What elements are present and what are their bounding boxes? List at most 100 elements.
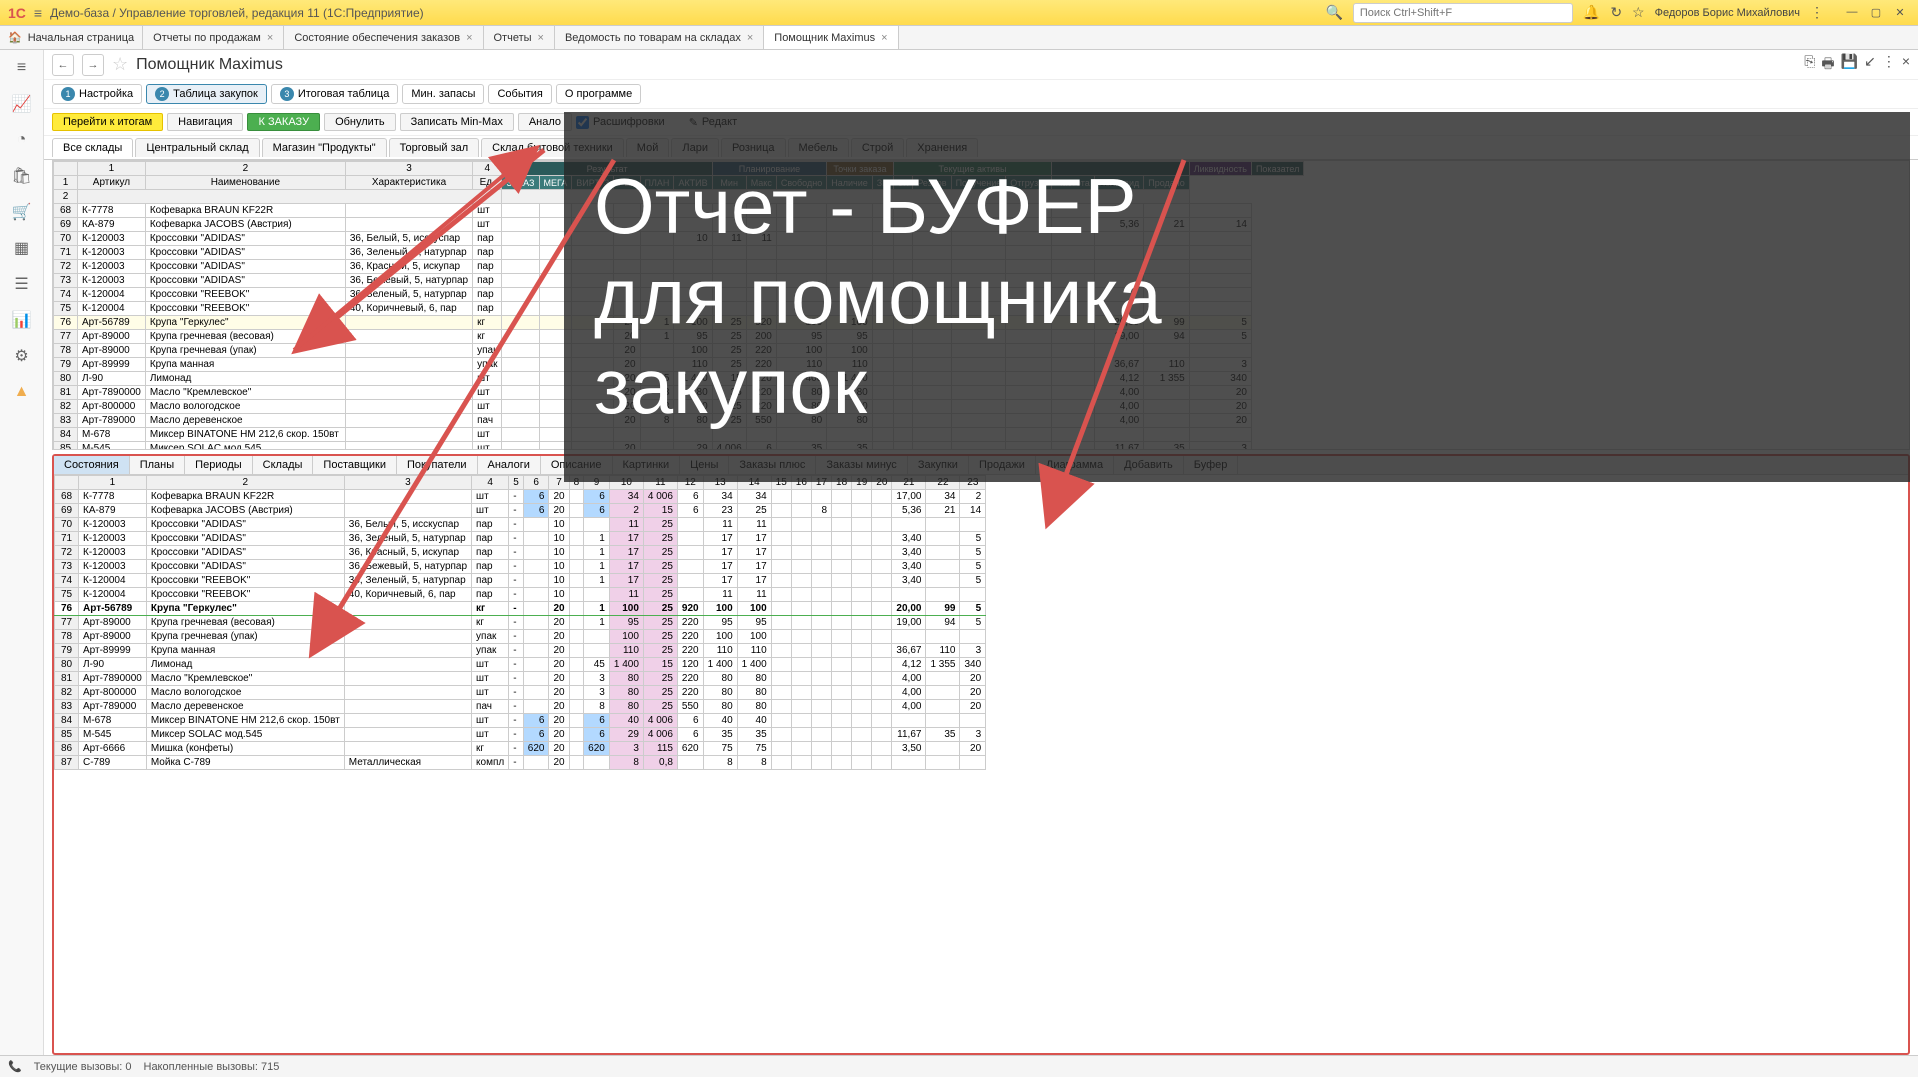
sb-bars-icon[interactable]: 📊	[12, 310, 32, 330]
history-icon[interactable]: ↻	[1610, 4, 1622, 21]
star-icon[interactable]: ☆	[1632, 4, 1645, 21]
warehouse-tab[interactable]: Центральный склад	[135, 138, 259, 157]
warehouse-tab[interactable]: Торговый зал	[389, 138, 480, 157]
warehouse-tab[interactable]: Склад бытовой техники	[481, 138, 624, 157]
table-row[interactable]: 70К-120003Кроссовки "ADIDAS"36, Белый, 5…	[54, 232, 1304, 246]
table-row[interactable]: 81Арт-7890000Масло "Кремлевское"шт-20380…	[55, 672, 986, 686]
table-row[interactable]: 68К-7778Кофеварка BRAUN KF22Rшт	[54, 204, 1304, 218]
table-row[interactable]: 71К-120003Кроссовки "ADIDAS"36, Зеленый,…	[55, 532, 986, 546]
table-row[interactable]: 86Арт-6666Мишка (конфеты)кг-620206203115…	[55, 742, 986, 756]
hamburger-icon[interactable]: ≡	[34, 5, 42, 21]
table-row[interactable]: 70К-120003Кроссовки "ADIDAS"36, Белый, 5…	[55, 518, 986, 532]
write-minmax-button[interactable]: Записать Min-Max	[400, 113, 514, 131]
print-icon[interactable]: 🖶	[1821, 53, 1834, 77]
table-row[interactable]: 72К-120003Кроссовки "ADIDAS"36, Красный,…	[54, 260, 1304, 274]
detail-tab[interactable]: Диаграмма	[1036, 456, 1114, 474]
sb-gear-icon[interactable]: ⚙	[12, 346, 32, 366]
top-grid[interactable]: 1234РезультатПланированиеТочки заказаТек…	[52, 160, 1910, 450]
warehouse-tab[interactable]: Мебель	[788, 138, 849, 157]
step-min-stock[interactable]: Мин. запасы	[402, 84, 484, 104]
table-row[interactable]: 74К-120004Кроссовки "REEBOK"36, Зеленый,…	[55, 574, 986, 588]
detail-tab[interactable]: Закупки	[908, 456, 969, 474]
table-row[interactable]: 81Арт-7890000Масло "Кремлевское"шт203802…	[54, 386, 1304, 400]
table-row[interactable]: 76Арт-56789Крупа "Геркулес"кг-2011002592…	[55, 602, 986, 616]
close-icon[interactable]: ×	[881, 32, 887, 44]
table-row[interactable]: 69КА-879Кофеварка JACOBS (Австрия)шт-620…	[55, 504, 986, 518]
sb-chart-icon[interactable]: 📈	[12, 94, 32, 114]
detail-tab[interactable]: Заказы минус	[816, 456, 907, 474]
table-row[interactable]: 77Арт-89000Крупа гречневая (весовая)кг-2…	[55, 616, 986, 630]
close-icon[interactable]: ×	[747, 32, 753, 44]
detail-tab[interactable]: Буфер	[1184, 456, 1239, 474]
warehouse-tab[interactable]: Мой	[626, 138, 670, 157]
detail-tab[interactable]: Покупатели	[397, 456, 478, 474]
table-row[interactable]: 82Арт-800000Масло вологодскоешт-20380252…	[55, 686, 986, 700]
table-row[interactable]: 68К-7778Кофеварка BRAUN KF22Rшт-6206344 …	[55, 490, 986, 504]
table-row[interactable]: 80Л-90Лимонадшт-20451 400151201 4001 400…	[55, 658, 986, 672]
decode-checkbox[interactable]	[576, 116, 589, 129]
more-icon[interactable]: ⋮	[1882, 53, 1896, 77]
table-row[interactable]: 82Арт-800000Масло вологодскоешт203802522…	[54, 400, 1304, 414]
sb-bag-icon[interactable]: 🛍	[12, 166, 32, 186]
table-row[interactable]: 85М-545Миксер SOLAC мод.545шт-6206294 00…	[55, 728, 986, 742]
detail-tab[interactable]: Добавить	[1114, 456, 1184, 474]
tab-order-state[interactable]: Состояние обеспечения заказов×	[284, 26, 483, 49]
detail-tab[interactable]: Описание	[541, 456, 613, 474]
detail-tab[interactable]: Заказы плюс	[729, 456, 816, 474]
user-name[interactable]: Федоров Борис Михайлович	[1655, 7, 1800, 19]
bell-icon[interactable]: 🔔	[1583, 4, 1600, 21]
warehouse-tab[interactable]: Строй	[851, 138, 904, 157]
detail-tab[interactable]: Склады	[253, 456, 314, 474]
table-row[interactable]: 84М-678Миксер BINATONE HM 212,6 скор. 15…	[54, 428, 1304, 442]
warehouse-tab[interactable]: Все склады	[52, 138, 133, 157]
tab-maximus[interactable]: Помощник Maximus×	[764, 26, 898, 49]
table-row[interactable]: 79Арт-89999Крупа маннаяупак2011025220110…	[54, 358, 1304, 372]
warehouse-tab[interactable]: Хранения	[906, 138, 978, 157]
step-settings[interactable]: 1Настройка	[52, 84, 142, 104]
detail-tab[interactable]: Поставщики	[313, 456, 397, 474]
favorite-icon[interactable]: ☆	[112, 54, 128, 75]
detail-tab[interactable]: Продажи	[969, 456, 1036, 474]
table-row[interactable]: 75К-120004Кроссовки "REEBOK"40, Коричнев…	[54, 302, 1304, 316]
table-row[interactable]: 77Арт-89000Крупа гречневая (весовая)кг20…	[54, 330, 1304, 344]
step-purchase-table[interactable]: 2Таблица закупок	[146, 84, 267, 104]
step-summary[interactable]: 3Итоговая таблица	[271, 84, 399, 104]
table-row[interactable]: 78Арт-89000Крупа гречневая (упак)упак-20…	[55, 630, 986, 644]
collapse-icon[interactable]: ↙	[1864, 53, 1876, 77]
tab-reports-sales[interactable]: Отчеты по продажам×	[143, 26, 284, 49]
close-icon[interactable]: ×	[466, 32, 472, 44]
tab-stock-report[interactable]: Ведомость по товарам на складах×	[555, 26, 764, 49]
nav-back-button[interactable]: ←	[52, 54, 74, 76]
sb-grid-icon[interactable]: ▦	[12, 238, 32, 258]
warehouse-tab[interactable]: Магазин "Продукты"	[262, 138, 387, 157]
sb-menu-icon[interactable]: ≡	[12, 58, 32, 78]
window-close-icon[interactable]: ✕	[1890, 6, 1910, 19]
table-row[interactable]: 75К-120004Кроссовки "REEBOK"40, Коричнев…	[55, 588, 986, 602]
table-row[interactable]: 69КА-879Кофеварка JACOBS (Австрия)шт5,36…	[54, 218, 1304, 232]
sb-list-icon[interactable]: ☰	[12, 274, 32, 294]
detail-tab[interactable]: Периоды	[185, 456, 253, 474]
table-row[interactable]: 76Арт-56789Крупа "Геркулес"кг20110025920…	[54, 316, 1304, 330]
search-icon[interactable]: 🔍	[1325, 4, 1342, 21]
sb-cart-icon[interactable]: 🛒	[12, 202, 32, 222]
table-row[interactable]: 83Арт-789000Масло деревенскоепач-2088025…	[55, 700, 986, 714]
to-order-button[interactable]: К ЗАКАЗУ	[247, 113, 320, 131]
detail-tab[interactable]: Цены	[680, 456, 729, 474]
tab-home[interactable]: 🏠 Начальная страница	[0, 26, 143, 49]
sb-pie-icon[interactable]: ◔	[12, 130, 32, 150]
table-row[interactable]: 79Арт-89999Крупа маннаяупак-201102522011…	[55, 644, 986, 658]
window-minimize-icon[interactable]: —	[1842, 6, 1862, 19]
navigation-button[interactable]: Навигация	[167, 113, 243, 131]
table-row[interactable]: 73К-120003Кроссовки "ADIDAS"36, Бежевый,…	[54, 274, 1304, 288]
detail-tab[interactable]: Состояния	[54, 456, 130, 474]
table-row[interactable]: 72К-120003Кроссовки "ADIDAS"36, Красный,…	[55, 546, 986, 560]
table-row[interactable]: 85М-545Миксер SOLAC мод.545шт20294 00663…	[54, 442, 1304, 451]
table-row[interactable]: 87С-789Мойка С-789Металлическаякомпл-208…	[55, 756, 986, 770]
detail-tab[interactable]: Картинки	[613, 456, 681, 474]
save-icon[interactable]: 💾	[1841, 53, 1858, 77]
analogs-button[interactable]: Анало	[518, 113, 572, 131]
table-row[interactable]: 71К-120003Кроссовки "ADIDAS"36, Зеленый,…	[54, 246, 1304, 260]
step-about[interactable]: О программе	[556, 84, 641, 104]
table-row[interactable]: 78Арт-89000Крупа гречневая (упак)упак201…	[54, 344, 1304, 358]
tab-reports[interactable]: Отчеты×	[484, 26, 555, 49]
